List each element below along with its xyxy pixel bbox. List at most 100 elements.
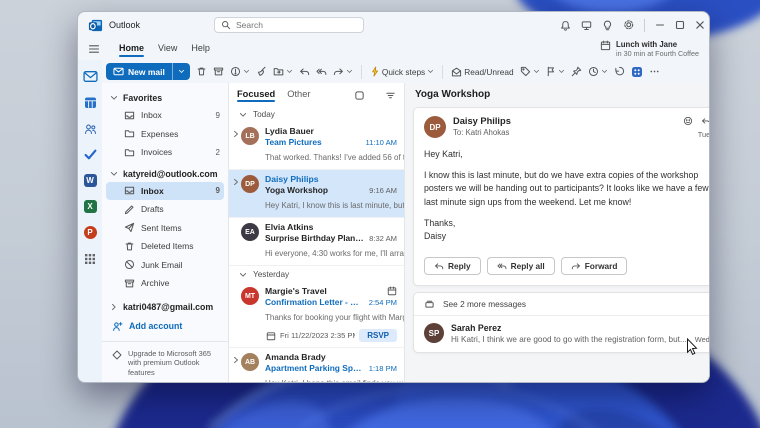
favorites-label: Favorites [123,93,163,103]
hamburger-menu-icon[interactable] [88,43,100,55]
list-item-daisy-selected[interactable]: DP Daisy Philips Yoga Workshop 9:16 AM He… [229,170,404,218]
reply-icon[interactable] [299,67,310,77]
titlebar: Outlook [78,12,709,38]
minimize-button[interactable] [655,20,665,30]
tag-icon[interactable] [520,66,540,77]
message-time: 11:10 AM [365,138,397,147]
folder-junk-email[interactable]: Junk Email [102,256,228,275]
more-options-icon[interactable] [649,66,660,77]
see-more-messages[interactable]: See 2 more messages [414,293,709,317]
favorites-header[interactable]: Favorites [102,90,228,106]
rail-word-icon[interactable]: W [78,173,102,188]
list-item-elvia[interactable]: EA Elvia Atkins Surprise Birthday Planni… [229,218,404,266]
move-to-icon[interactable] [273,66,293,77]
new-mail-envelope-icon [113,67,124,76]
reply-all-icon[interactable] [316,67,327,77]
group-header-today[interactable]: Today [229,106,404,122]
upgrade-banner[interactable]: Upgrade to Microsoft 365 with premium Ou… [102,340,228,379]
folder-drafts[interactable]: Drafts [102,200,228,219]
tab-other[interactable]: Other [287,89,310,102]
apps-addin-icon[interactable] [631,66,643,78]
expand-chevron-icon[interactable] [231,174,241,213]
folder-favorites-invoices[interactable]: Invoices 2 [102,143,228,162]
folder-sent-items[interactable]: Sent Items [102,219,228,238]
avatar: LB [241,127,259,145]
new-mail-button[interactable]: New mail [106,63,190,80]
avatar: MT [241,287,259,305]
settings-gear-icon[interactable] [623,19,635,31]
avatar: EA [241,223,259,241]
search-bar[interactable] [214,17,364,33]
list-item-margies-travel[interactable]: MT Margie's Travel Confirmation Letter -… [229,282,404,348]
rail-todo-icon[interactable] [78,147,102,162]
expand-chevron-icon[interactable] [231,126,241,165]
avatar: AB [241,353,259,371]
close-button[interactable] [695,20,705,30]
message-body: Hey Katri, I know this is last minute, b… [414,139,709,253]
forward-button[interactable]: Forward [560,257,628,276]
pin-icon[interactable] [571,66,582,77]
forward-icon[interactable] [333,67,353,77]
rail-excel-icon[interactable]: X [78,199,102,214]
reply-all-button[interactable]: Reply all [486,257,555,276]
new-mail-dropdown[interactable] [171,63,190,80]
rail-more-apps-icon[interactable] [78,251,102,266]
folder-favorites-inbox[interactable]: Inbox 9 [102,106,228,125]
message-recipient: To: Katri Ahokas [453,128,510,137]
delete-icon[interactable] [196,66,207,77]
tab-home[interactable]: Home [112,40,151,58]
tab-view[interactable]: View [151,40,184,58]
rail-mail-icon[interactable] [78,69,102,84]
folder-favorites-expenses[interactable]: Expenses [102,125,228,144]
list-item-lydia[interactable]: LB Lydia Bauer Team Pictures 11:10 AM Tha… [229,122,404,170]
rail-powerpoint-icon[interactable]: P [78,225,102,240]
reply-icon[interactable] [701,117,710,126]
new-mail-label: New mail [128,66,165,77]
account-header-gmail[interactable]: katri0487@gmail.com [102,299,228,315]
flag-icon[interactable] [546,66,565,77]
event-calendar-icon [266,331,276,340]
rail-calendar-icon[interactable] [78,95,102,110]
snooze-clock-icon[interactable] [588,66,608,77]
folder-deleted-items[interactable]: Deleted Items [102,237,228,256]
event-datetime: Fri 11/22/2023 2:35 PM -... [280,331,355,340]
folder-icon [124,148,135,156]
conversation-subject: Yoga Workshop [415,89,491,100]
search-input[interactable] [236,20,346,30]
event-chip: Fri 11/22/2023 2:35 PM -... RSVP [266,329,397,342]
folder-archive[interactable]: Archive [102,274,228,293]
reply-button[interactable]: Reply [424,257,481,276]
titlebar-divider [644,18,645,32]
calendar-reminder[interactable]: Lunch with Jane in 30 min at Fourth Coff… [600,40,699,58]
folder-inbox-selected[interactable]: Inbox 9 [106,181,224,200]
account-email-label: katyreid@outlook.com [123,168,218,179]
tips-lightbulb-icon[interactable] [602,20,613,31]
sweep-icon[interactable] [256,66,267,77]
tab-focused[interactable]: Focused [237,89,276,102]
read-unread-button[interactable]: Read/Unread [451,67,514,77]
archive-icon[interactable] [213,66,224,77]
report-icon[interactable] [230,66,250,77]
list-item-amanda[interactable]: AB Amanda Brady Apartment Parking Spot O… [229,348,404,382]
account-header-outlook[interactable]: katyreid@outlook.com [102,166,228,182]
maximize-button[interactable] [675,20,685,30]
filter-icon[interactable] [385,90,396,101]
collapsed-message-sarah[interactable]: SP Sarah Perez Hi Katri, I think we are … [414,316,709,352]
select-messages-icon[interactable] [354,90,365,101]
message-time: 9:16 AM [369,186,397,195]
message-list-pane: Focused Other Today LB Lydia Bauer Team … [228,83,405,382]
reactions-smiley-icon[interactable] [683,116,693,126]
feedback-icon[interactable] [581,20,592,31]
rsvp-button[interactable]: RSVP [359,329,397,342]
rail-people-icon[interactable] [78,121,102,136]
expand-chevron-icon[interactable] [231,352,241,382]
quick-steps-button[interactable]: Quick steps [370,66,434,77]
tab-help[interactable]: Help [184,40,217,58]
body-greeting: Hey Katri, [424,149,463,159]
reminder-subtitle: in 30 min at Fourth Coffee [616,49,699,58]
notifications-bell-icon[interactable] [560,20,571,31]
add-account-button[interactable]: Add account [102,315,228,332]
group-header-yesterday[interactable]: Yesterday [229,266,404,282]
message-date: Tue 11/7/2023 9:16 AM [697,130,710,139]
undo-icon[interactable] [614,66,625,77]
